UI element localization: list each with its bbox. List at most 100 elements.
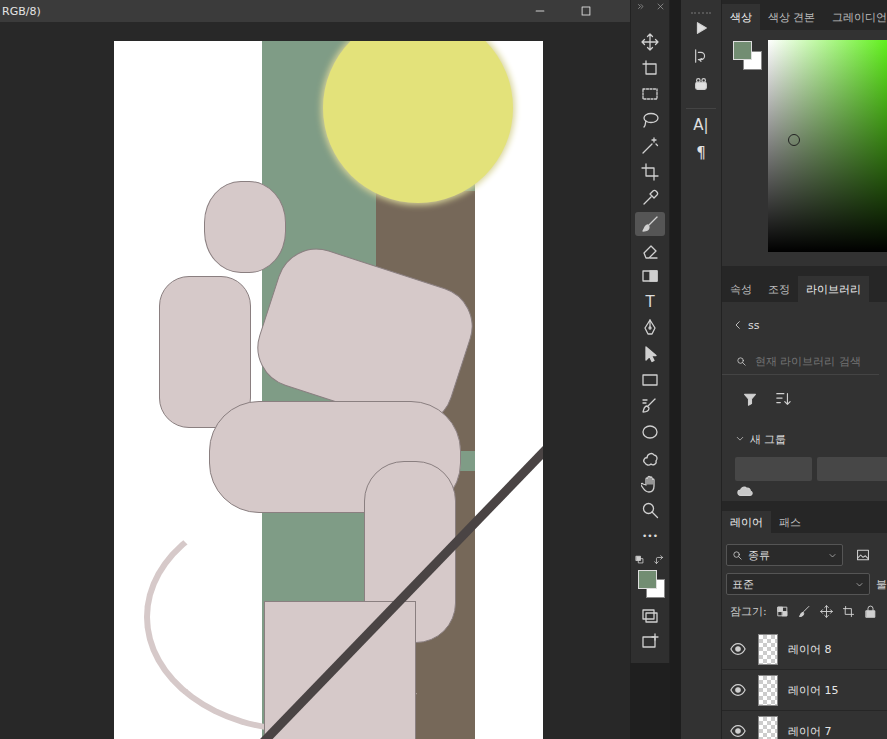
expand-icon[interactable] xyxy=(735,434,745,444)
image-filter-icon[interactable] xyxy=(856,548,870,562)
panel-tab[interactable]: 그레이디언 xyxy=(824,4,887,30)
panel-tab[interactable]: 레이어 xyxy=(722,511,771,533)
default-colors-icon[interactable] xyxy=(635,555,646,566)
layer-list: 레이어 8레이어 15 레이어 7 xyxy=(722,629,887,739)
dock-label: A| xyxy=(693,116,708,134)
library-group[interactable]: 새 그룹 xyxy=(722,427,887,451)
dock-grip[interactable] xyxy=(691,0,711,14)
ellipse-tool[interactable] xyxy=(635,420,665,444)
visibility-eye-icon[interactable] xyxy=(730,682,746,698)
foreground-swatch[interactable] xyxy=(638,570,657,589)
swatch-controls xyxy=(635,555,665,566)
brush-tool[interactable] xyxy=(635,212,665,236)
toolbar-header xyxy=(631,0,669,29)
edit-toolbar-button[interactable] xyxy=(635,630,665,654)
canvas[interactable] xyxy=(114,41,543,739)
cloud-icon[interactable] xyxy=(737,483,753,499)
more-tool[interactable]: ••• xyxy=(635,524,665,548)
canvas-area xyxy=(0,22,630,739)
clone-icon xyxy=(693,76,709,92)
layer-row[interactable]: 레이어 7 xyxy=(722,711,887,739)
clone-source-button[interactable] xyxy=(681,70,721,98)
foreground-swatch[interactable] xyxy=(733,41,752,60)
close-icon[interactable] xyxy=(656,2,665,11)
lock-artboard-icon[interactable] xyxy=(842,605,855,618)
panel-tab[interactable]: 색상 견본 xyxy=(760,4,824,30)
lock-position-icon[interactable] xyxy=(820,605,833,618)
layer-filter-dropdown[interactable]: 종류 xyxy=(726,544,843,566)
lock-all-icon[interactable] xyxy=(864,605,877,618)
library-item[interactable] xyxy=(735,457,812,481)
history-button[interactable] xyxy=(681,42,721,70)
search-icon xyxy=(736,356,747,367)
collapse-icon[interactable] xyxy=(637,2,646,11)
lasso-tool[interactable] xyxy=(635,108,665,132)
library-search[interactable] xyxy=(753,354,879,369)
mixer-brush-icon xyxy=(641,397,659,415)
library-item[interactable] xyxy=(817,457,887,481)
panel-tab[interactable]: 라이브러리 xyxy=(798,276,869,302)
pen-tool[interactable] xyxy=(635,316,665,340)
panel-tab[interactable]: 패스 xyxy=(771,511,809,533)
gradient-tool[interactable] xyxy=(635,264,665,288)
tab-label: 패스 xyxy=(779,515,801,530)
panel-tab[interactable]: 조정 xyxy=(760,276,798,302)
marquee-tool[interactable] xyxy=(635,82,665,106)
blend-mode-dropdown[interactable]: 표준 xyxy=(726,573,870,595)
right-panels: 색상색상 견본그레이디언속성조정라이브러리ss새 그룹레이어패스종류표준불잠그기… xyxy=(722,0,887,739)
group-label: 새 그룹 xyxy=(750,432,787,447)
visibility-eye-icon[interactable] xyxy=(730,723,746,739)
magic-wand-tool[interactable] xyxy=(635,134,665,158)
tab-label: 속성 xyxy=(730,282,752,297)
document-window: RGB/8) xyxy=(0,0,630,739)
color-swatches[interactable] xyxy=(635,568,665,598)
layer-name: 레이어 7 xyxy=(788,724,832,739)
hand-tool[interactable] xyxy=(635,472,665,496)
color-panel xyxy=(722,30,887,266)
eyedropper-tool[interactable] xyxy=(635,186,665,210)
paragraph-button[interactable]: ¶ xyxy=(681,139,721,167)
sort-icon[interactable] xyxy=(775,391,791,407)
color-picker-ring[interactable] xyxy=(788,134,800,146)
custom-shape-tool[interactable] xyxy=(635,446,665,470)
library-search-row xyxy=(722,348,879,375)
layer-row[interactable]: 레이어 15 xyxy=(722,670,887,711)
tab-label: 색상 xyxy=(730,10,752,25)
lock-transparency-icon[interactable] xyxy=(776,605,789,618)
move-tool[interactable] xyxy=(635,30,665,54)
tab-label: 조정 xyxy=(768,282,790,297)
artboard-tool[interactable] xyxy=(635,56,665,80)
color-panel-swatches[interactable] xyxy=(733,40,763,70)
eraser-tool[interactable] xyxy=(635,238,665,262)
move-icon xyxy=(641,33,659,51)
mixer-brush-tool[interactable] xyxy=(635,394,665,418)
gradient-icon xyxy=(641,267,659,285)
library-tools xyxy=(722,381,887,417)
visibility-eye-icon[interactable] xyxy=(730,641,746,657)
character-button[interactable]: A| xyxy=(681,111,721,139)
brush-icon xyxy=(641,215,659,233)
library-back[interactable]: ss xyxy=(722,302,887,348)
lock-pixels-icon[interactable] xyxy=(798,605,811,618)
screen-mode-button[interactable] xyxy=(635,604,665,628)
maximize-button[interactable] xyxy=(563,0,609,22)
rectangle-tool[interactable] xyxy=(635,368,665,392)
crop-tool[interactable] xyxy=(635,160,665,184)
color-field[interactable] xyxy=(768,40,887,252)
hand-icon xyxy=(641,475,659,493)
minimize-button[interactable] xyxy=(517,0,563,22)
zoom-tool[interactable] xyxy=(635,498,665,522)
text-tool[interactable]: T xyxy=(635,290,665,314)
layer-row[interactable]: 레이어 8 xyxy=(722,629,887,670)
path-select-tool[interactable] xyxy=(635,342,665,366)
swap-colors-icon[interactable] xyxy=(654,555,665,566)
marquee-icon xyxy=(641,85,659,103)
panel-tab[interactable]: 색상 xyxy=(722,4,760,30)
path-select-icon xyxy=(641,345,659,363)
filter-icon[interactable] xyxy=(743,392,757,406)
eraser-icon xyxy=(641,241,659,259)
opacity-label: 불 xyxy=(876,577,887,592)
back-icon xyxy=(732,319,744,331)
panel-tab[interactable]: 속성 xyxy=(722,276,760,302)
actions-button[interactable] xyxy=(681,14,721,42)
